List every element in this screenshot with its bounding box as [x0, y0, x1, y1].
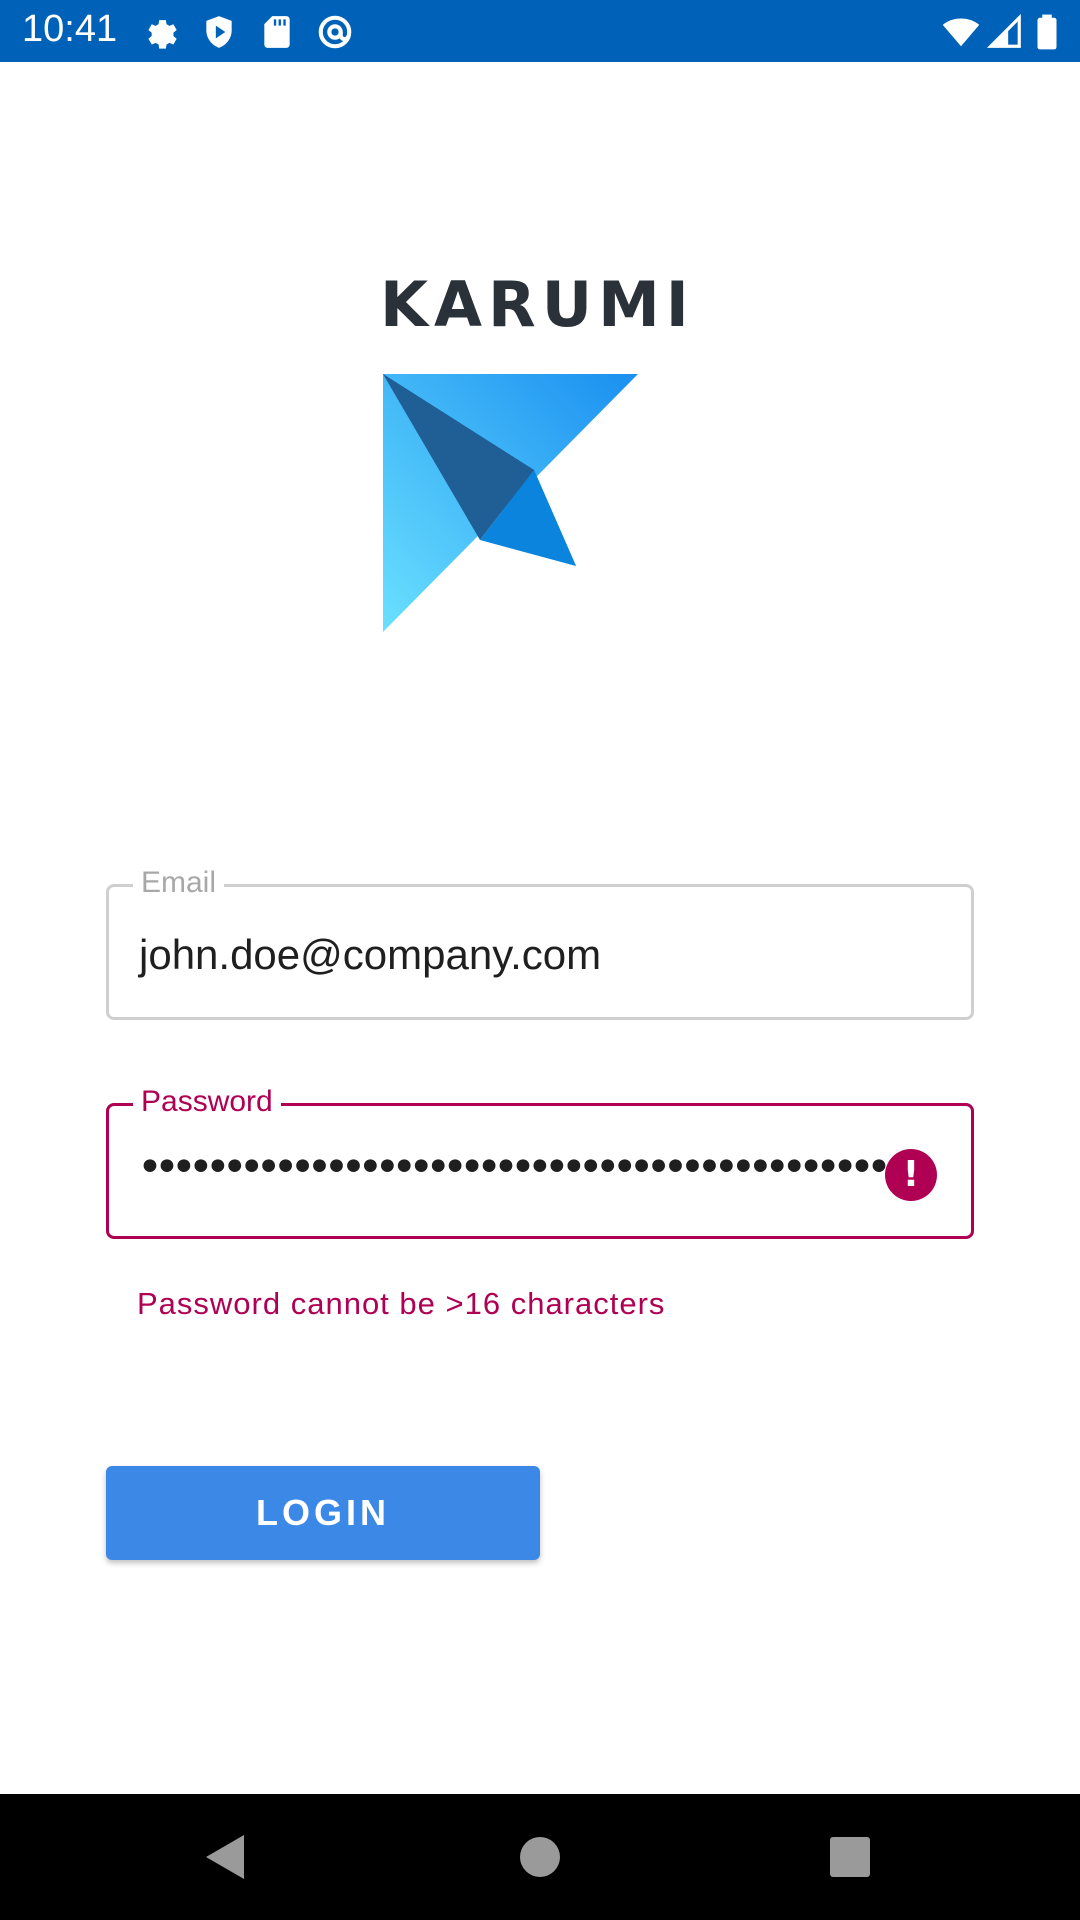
sd-card-icon [258, 13, 296, 51]
paper-plane-logo-icon [380, 372, 640, 634]
signal-icon [986, 13, 1024, 51]
settings-icon [142, 13, 180, 51]
login-button[interactable]: LOGIN [106, 1466, 540, 1560]
password-input[interactable]: ••••••••••••••••••••••••••••••••••••••••… [137, 1142, 909, 1193]
at-sign-icon [316, 13, 354, 51]
home-icon[interactable] [510, 1827, 570, 1887]
wifi-icon [942, 13, 980, 51]
battery-icon [1030, 13, 1064, 51]
status-bar: 10:41 [0, 0, 1080, 62]
email-input[interactable]: john.doe@company.com [139, 931, 601, 979]
password-field[interactable]: Password •••••••••••••••••••••••••••••••… [106, 1084, 974, 1239]
recents-icon[interactable] [820, 1827, 880, 1887]
back-icon[interactable] [196, 1827, 256, 1887]
password-label: Password [133, 1084, 281, 1120]
shield-icon [200, 13, 238, 51]
email-label: Email [133, 865, 225, 901]
navigation-bar [0, 1794, 1080, 1920]
status-time: 10:41 [22, 8, 118, 50]
password-error-text: Password cannot be >16 characters [137, 1286, 666, 1321]
email-field[interactable]: Email john.doe@company.com [106, 865, 974, 1020]
error-icon: ! [885, 1149, 937, 1201]
logo-wordmark: KARUMI [380, 268, 695, 341]
